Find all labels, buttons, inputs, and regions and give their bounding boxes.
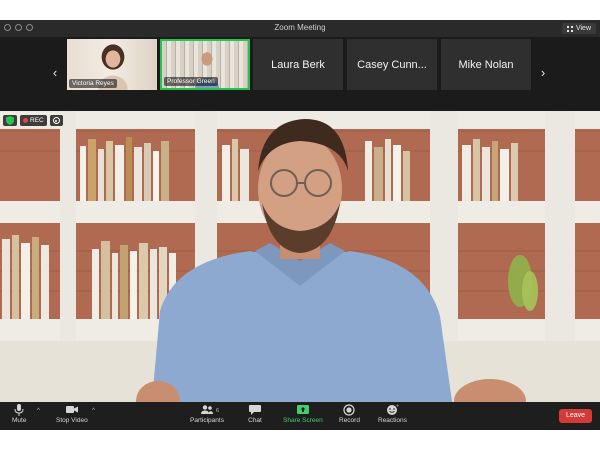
microphone-icon (14, 404, 24, 416)
participant-name: Casey Cunn... (357, 58, 427, 71)
focus-icon (52, 117, 60, 124)
reactions-label: Reactions (378, 417, 407, 424)
svg-text:+: + (396, 404, 399, 408)
meeting-status-badges: REC (3, 115, 63, 126)
video-options-chevron-icon[interactable]: ^ (92, 408, 95, 414)
participants-icon (200, 405, 213, 414)
participant-tile-victoria-reyes[interactable]: Victoria Reyes (67, 39, 157, 90)
participant-tile-mike-nolan[interactable]: Mike Nolan (441, 39, 531, 90)
chat-button[interactable]: Chat (248, 404, 262, 424)
record-button[interactable]: Record (339, 404, 360, 424)
participant-name: Mike Nolan (458, 58, 514, 71)
view-button[interactable]: View (561, 23, 596, 34)
recording-label: REC (30, 117, 44, 124)
previous-page-arrow-icon[interactable]: ‹ (49, 63, 61, 83)
smiley-icon: + (387, 404, 399, 415)
next-page-arrow-icon[interactable]: › (537, 63, 549, 83)
recording-badge[interactable]: REC (20, 115, 47, 126)
leave-button[interactable]: Leave (559, 409, 592, 423)
participants-count: 6 (216, 408, 220, 414)
participant-strip: ‹ Victoria Reyes Professor Green Laura B… (0, 37, 600, 111)
focus-badge[interactable] (49, 115, 63, 126)
participant-name-label: Professor Green (164, 77, 218, 86)
recording-dot-icon (23, 118, 28, 123)
speaker-video-scene (0, 111, 600, 423)
meeting-toolbar: Mute ^ Stop Video ^ Participants 6 Chat … (0, 402, 600, 430)
chat-label: Chat (248, 417, 262, 424)
participant-tile-laura-berk[interactable]: Laura Berk (253, 39, 343, 90)
share-screen-icon (296, 405, 309, 414)
stop-video-label: Stop Video (56, 417, 88, 424)
window-title: Zoom Meeting (274, 23, 326, 32)
audio-options-chevron-icon[interactable]: ^ (37, 408, 40, 414)
share-screen-label: Share Screen (283, 417, 323, 424)
participant-name: Laura Berk (271, 58, 325, 71)
record-icon (343, 404, 356, 416)
shield-icon (6, 116, 14, 125)
participants-button[interactable]: Participants (190, 404, 224, 424)
participants-label: Participants (190, 417, 224, 424)
zoom-window: Zoom Meeting View ‹ Victoria Reyes Profe… (0, 20, 600, 430)
active-speaker-video: REC (0, 111, 600, 423)
title-bar: Zoom Meeting View (0, 20, 600, 37)
share-screen-button[interactable]: Share Screen (283, 404, 323, 424)
participant-name-label: Victoria Reyes (69, 79, 117, 88)
reactions-button[interactable]: + Reactions (378, 404, 407, 424)
chat-bubble-icon (249, 405, 261, 415)
grid-icon (566, 25, 573, 32)
participant-tile-professor-green[interactable]: Professor Green (160, 39, 250, 90)
encryption-badge[interactable] (3, 115, 17, 126)
participant-tile-casey[interactable]: Casey Cunn... (347, 39, 437, 90)
mute-label: Mute (12, 417, 27, 424)
video-camera-icon (65, 406, 78, 413)
mute-button[interactable]: Mute (12, 404, 26, 424)
stop-video-button[interactable]: Stop Video (56, 404, 88, 424)
view-label: View (575, 25, 591, 32)
record-label: Record (339, 417, 360, 424)
